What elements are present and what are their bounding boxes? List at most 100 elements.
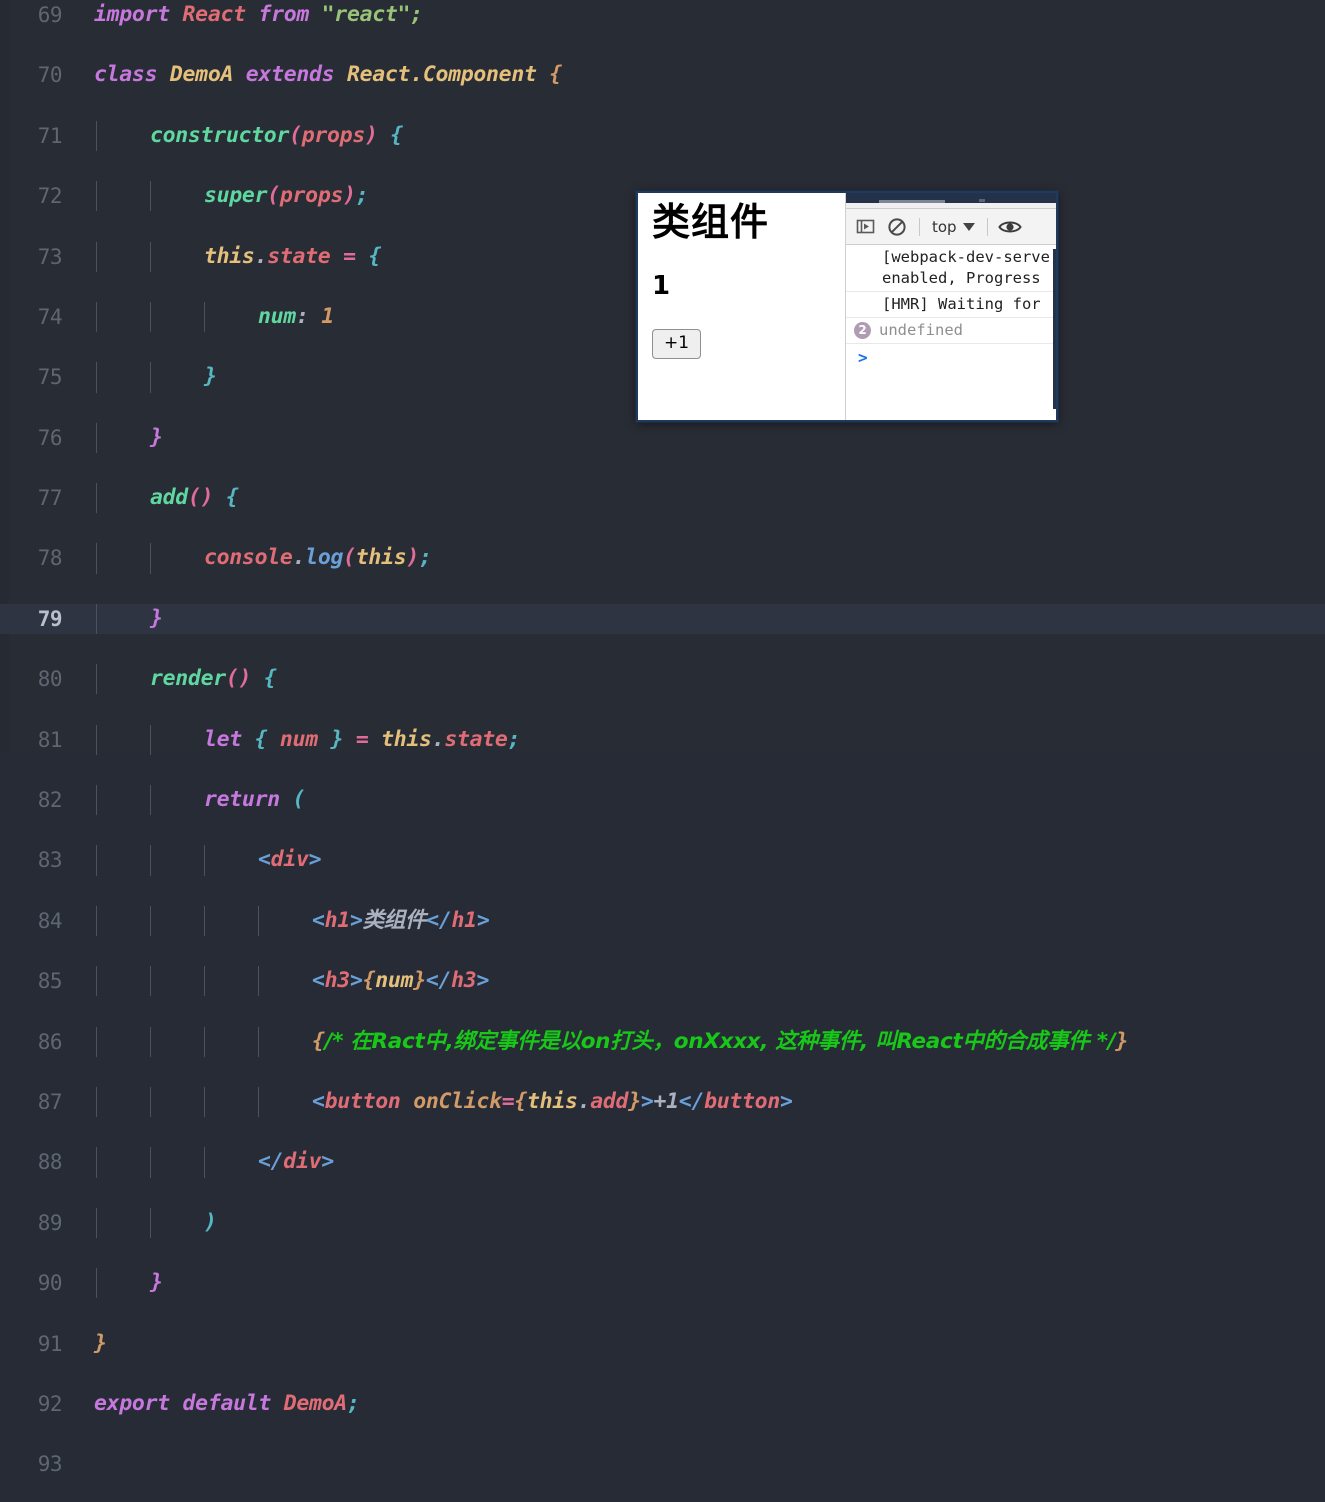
token-equals: = xyxy=(343,244,356,269)
indent-guide xyxy=(96,1268,97,1298)
token-brace: } xyxy=(150,425,163,450)
browser-popup-window[interactable]: 类组件 1 +1 xyxy=(636,191,1058,422)
line-code: <h1>类组件</h1> xyxy=(312,906,489,936)
token-rbrace: } xyxy=(1115,1029,1128,1054)
line-number: 88 xyxy=(0,1147,62,1177)
line-code: export default DemoA; xyxy=(94,1389,360,1419)
code-line[interactable]: 88 </div> xyxy=(0,1147,1325,1177)
token-brace: } xyxy=(150,1270,163,1295)
token-gt: > xyxy=(309,847,322,872)
token-close-gt: > xyxy=(780,1089,793,1114)
live-expression-icon[interactable] xyxy=(997,214,1023,240)
code-line[interactable]: 80 render() { xyxy=(0,664,1325,694)
token-log: log xyxy=(305,545,343,570)
token-close-lt: </ xyxy=(679,1089,704,1114)
indent-guide xyxy=(150,785,151,815)
line-code: } xyxy=(150,1268,163,1298)
token-this: this xyxy=(527,1089,578,1114)
repeat-count-badge: 2 xyxy=(854,322,871,339)
line-code: constructor(props) { xyxy=(150,121,403,151)
console-toolbar[interactable]: top xyxy=(846,209,1056,245)
token-onclick-attr: onClick xyxy=(413,1089,502,1114)
line-number: 69 xyxy=(0,0,62,30)
line-code: } xyxy=(94,1329,107,1359)
code-line[interactable]: 81 let { num } = this.state; xyxy=(0,725,1325,755)
token-parens: () xyxy=(226,666,251,691)
code-line[interactable]: 77 add() { xyxy=(0,483,1325,513)
code-line[interactable]: 91 } xyxy=(0,1329,1325,1359)
token-import: import xyxy=(94,2,170,27)
execution-context-selector[interactable]: top xyxy=(929,218,978,236)
console-message-list[interactable]: [webpack-dev-serve enabled, Progress [HM… xyxy=(846,245,1056,420)
token-render: render xyxy=(150,666,226,691)
indent-guide xyxy=(150,845,151,875)
line-number: 93 xyxy=(0,1449,62,1479)
increment-button[interactable]: +1 xyxy=(652,329,701,359)
code-line[interactable]: 69 import React from "react"; xyxy=(0,0,1325,30)
line-number: 75 xyxy=(0,362,62,392)
token-lparen: ( xyxy=(343,545,356,570)
token-state: state xyxy=(267,244,330,269)
indent-guide xyxy=(204,845,205,875)
token-brace: { xyxy=(390,123,403,148)
console-message[interactable]: [webpack-dev-serve enabled, Progress xyxy=(846,245,1056,292)
devtools-tab-strip[interactable] xyxy=(846,193,1056,203)
token-lt: < xyxy=(258,847,271,872)
line-code: add() { xyxy=(150,483,239,513)
line-number: 73 xyxy=(0,242,62,272)
token-close-lt: </ xyxy=(426,968,451,993)
token-dot: . xyxy=(255,244,268,269)
indent-guide xyxy=(96,483,97,513)
token-semicolon: ; xyxy=(508,727,521,752)
devtools-panel[interactable]: top [webpack-dev-serve enabled, Progress… xyxy=(846,193,1056,420)
line-number: 82 xyxy=(0,785,62,815)
sidebar-toggle-icon[interactable] xyxy=(852,214,878,240)
console-message-text: undefined xyxy=(879,320,963,341)
indent-guide xyxy=(96,1027,97,1057)
toolbar-divider xyxy=(919,218,920,236)
code-line[interactable]: 82 return ( xyxy=(0,785,1325,815)
line-code: class DemoA extends React.Component { xyxy=(94,60,562,90)
indent-guide xyxy=(150,725,151,755)
code-line[interactable]: 90 } xyxy=(0,1268,1325,1298)
code-line[interactable]: 87 <button onClick={this.add}>+1</button… xyxy=(0,1087,1325,1117)
token-default: default xyxy=(183,1391,272,1416)
token-this: this xyxy=(356,545,407,570)
code-line[interactable]: 85 <h3>{num}</h3> xyxy=(0,966,1325,996)
line-number: 92 xyxy=(0,1389,62,1419)
console-message[interactable]: [HMR] Waiting for xyxy=(846,292,1056,318)
token-rbrace: } xyxy=(628,1089,641,1114)
line-number: 79 xyxy=(0,604,62,634)
code-line[interactable]: 89 ) xyxy=(0,1208,1325,1238)
token-rparen: ) xyxy=(204,1210,217,1235)
token-equals: = xyxy=(356,727,369,752)
code-line[interactable]: 93 xyxy=(0,1449,1325,1479)
code-line[interactable]: 78 console.log(this); xyxy=(0,543,1325,573)
code-line[interactable]: 92 export default DemoA; xyxy=(0,1389,1325,1419)
line-number: 72 xyxy=(0,181,62,211)
line-number: 76 xyxy=(0,423,62,453)
token-this: this xyxy=(204,244,255,269)
token-plus1-text: +1 xyxy=(654,1089,679,1114)
token-close-lt: </ xyxy=(426,908,451,933)
code-line[interactable]: 84 <h1>类组件</h1> xyxy=(0,906,1325,936)
code-line[interactable]: 76 } xyxy=(0,423,1325,453)
clear-console-icon[interactable] xyxy=(884,214,910,240)
token-add: add xyxy=(590,1089,628,1114)
token-num: num xyxy=(280,727,318,752)
line-code: let { num } = this.state; xyxy=(204,725,520,755)
rendered-page-pane[interactable]: 类组件 1 +1 xyxy=(638,193,846,420)
code-line[interactable]: 70 class DemoA extends React.Component { xyxy=(0,60,1325,90)
token-h1-closetag: h1 xyxy=(452,908,477,933)
code-line[interactable]: 83 <div> xyxy=(0,845,1325,875)
token-parens: () xyxy=(188,485,213,510)
code-line-active[interactable]: 79 } xyxy=(0,604,1325,634)
code-line[interactable]: 86 {/* 在Ract中,绑定事件是以on打头，onXxxx, 这种事件, 叫… xyxy=(0,1027,1325,1057)
console-prompt-row[interactable]: > xyxy=(846,344,1056,370)
line-code: render() { xyxy=(150,664,276,694)
console-message-repeated[interactable]: 2 undefined xyxy=(846,318,1056,344)
token-lt: < xyxy=(312,968,325,993)
code-line[interactable]: 71 constructor(props) { xyxy=(0,121,1325,151)
console-scrollbar[interactable] xyxy=(1053,249,1056,409)
indent-guide xyxy=(96,1147,97,1177)
